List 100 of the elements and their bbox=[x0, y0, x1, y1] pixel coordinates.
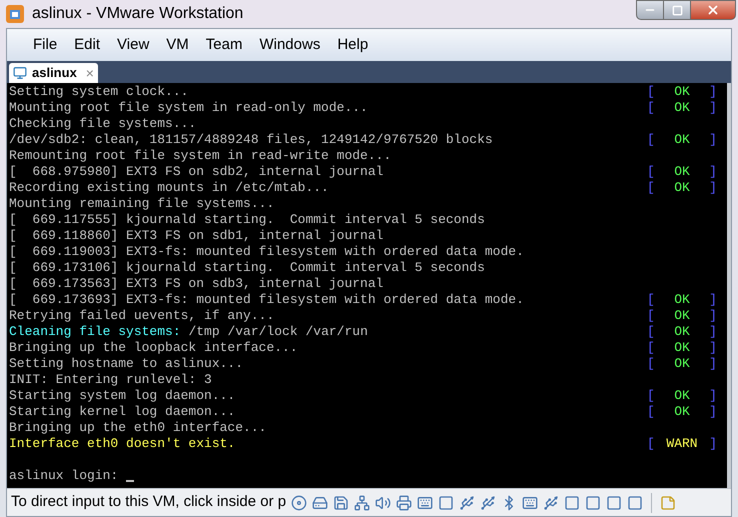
console-text: [ 669.117555] kjournald starting. Commit interval 5 seconds bbox=[9, 212, 485, 228]
console-text: [ 669.119003] EXT3-fs: mounted filesystem with ordered data mode. bbox=[9, 244, 524, 260]
status-bracket: ] bbox=[709, 324, 717, 340]
menu-item[interactable]: VM bbox=[158, 34, 197, 56]
console-text: Checking file systems... bbox=[9, 116, 196, 132]
menu-item[interactable]: File bbox=[25, 34, 66, 56]
speaker-icon[interactable] bbox=[375, 494, 392, 510]
status-label: OK bbox=[674, 404, 690, 420]
status-label: OK bbox=[674, 132, 690, 148]
text-cursor bbox=[126, 480, 134, 482]
console-text: Starting kernel log daemon... bbox=[9, 404, 236, 420]
window-title: aslinux - VMware Workstation bbox=[32, 4, 244, 24]
scrollbar[interactable] bbox=[727, 83, 731, 488]
status-bracket: [ bbox=[647, 180, 655, 196]
status-bracket: [ bbox=[647, 388, 655, 404]
status-label: OK bbox=[674, 180, 690, 196]
status-bracket: ] bbox=[709, 164, 717, 180]
status-label: OK bbox=[674, 292, 690, 308]
close-icon bbox=[706, 3, 720, 17]
menu-item[interactable]: Team bbox=[198, 34, 250, 56]
keyboard-icon[interactable] bbox=[417, 494, 434, 510]
drive-icon[interactable] bbox=[627, 494, 644, 510]
notes-icon[interactable] bbox=[660, 494, 676, 510]
status-bracket: [ bbox=[647, 100, 655, 116]
drive-icon[interactable] bbox=[564, 494, 580, 510]
drive-icon[interactable] bbox=[606, 494, 622, 510]
status-label: OK bbox=[674, 164, 690, 180]
status-bracket: [ bbox=[647, 340, 655, 356]
console-text: Retrying failed uevents, if any... bbox=[9, 308, 274, 324]
minimize-button[interactable] bbox=[636, 0, 664, 20]
console-text: Setting hostname to aslinux... bbox=[9, 356, 244, 372]
status-bracket: [ bbox=[647, 324, 655, 340]
status-bracket: ] bbox=[709, 356, 717, 372]
status-bracket: ] bbox=[709, 132, 717, 148]
usb-icon[interactable] bbox=[459, 494, 476, 510]
menu-item[interactable]: Windows bbox=[251, 34, 328, 56]
console-text: /dev/sdb2: clean, 181157/4889248 files, 1249142/9767520 blocks bbox=[9, 132, 493, 148]
console-text: Interface eth0 doesn't exist. bbox=[9, 436, 236, 452]
keyboard-icon[interactable] bbox=[522, 494, 538, 510]
status-label: OK bbox=[674, 324, 690, 340]
close-button[interactable] bbox=[690, 0, 736, 20]
vm-icon bbox=[13, 66, 27, 80]
status-bracket: [ bbox=[647, 308, 655, 324]
vmware-logo-icon bbox=[6, 5, 24, 23]
status-label: WARN bbox=[666, 436, 698, 452]
status-bracket: ] bbox=[709, 180, 717, 196]
network-icon[interactable] bbox=[354, 494, 370, 510]
status-bracket: [ bbox=[647, 132, 655, 148]
drive-icon[interactable] bbox=[585, 494, 602, 510]
status-bracket: ] bbox=[709, 340, 717, 356]
console-text: [ 669.173563] EXT3 FS on sdb3, internal journal bbox=[9, 276, 384, 292]
console-text: Mounting root file system in read-only mode... bbox=[9, 100, 368, 116]
console-text: /tmp /var/lock /var/run bbox=[187, 324, 368, 340]
status-bracket: ] bbox=[709, 84, 717, 100]
status-bracket: [ bbox=[647, 356, 655, 372]
status-label: OK bbox=[674, 340, 690, 356]
console-text: aslinux login: bbox=[9, 468, 120, 484]
status-label: OK bbox=[674, 84, 690, 100]
status-bracket: ] bbox=[709, 100, 717, 116]
console-text: Setting system clock... bbox=[9, 84, 188, 100]
console-text: INIT: Entering runlevel: 3 bbox=[9, 372, 212, 388]
status-message: To direct input to this VM, click inside or p bbox=[11, 492, 286, 512]
status-bracket: [ bbox=[647, 404, 655, 420]
floppy-icon[interactable] bbox=[333, 494, 350, 510]
console-text: [ 669.118860] EXT3 FS on sdb1, internal journal bbox=[9, 228, 384, 244]
status-bracket: [ bbox=[647, 292, 655, 308]
menu-item[interactable]: Edit bbox=[66, 34, 108, 56]
console-text: Starting system log daemon... bbox=[9, 388, 236, 404]
status-bracket: ] bbox=[709, 404, 717, 420]
menu-item[interactable]: View bbox=[109, 34, 158, 56]
status-bracket: [ bbox=[647, 84, 655, 100]
maximize-button[interactable] bbox=[664, 0, 690, 20]
usb-icon[interactable] bbox=[543, 494, 560, 510]
console-text: [ 669.173693] EXT3-fs: mounted filesystem with ordered data mode. bbox=[9, 292, 524, 308]
console-text: Remounting root file system in read-write mode... bbox=[9, 148, 392, 164]
status-label: OK bbox=[674, 356, 690, 372]
cd-icon[interactable] bbox=[291, 494, 308, 510]
menu-item[interactable]: Help bbox=[329, 34, 376, 56]
status-label: OK bbox=[674, 100, 690, 116]
usb-icon[interactable] bbox=[480, 494, 496, 510]
console-text: Bringing up the loopback interface... bbox=[9, 340, 298, 356]
console-text: Mounting remaining file systems... bbox=[9, 196, 274, 212]
status-bracket: [ bbox=[647, 436, 655, 452]
console-text: Recording existing mounts in /etc/mtab... bbox=[9, 180, 329, 196]
vm-console[interactable] bbox=[7, 83, 727, 488]
maximize-icon bbox=[672, 4, 682, 16]
console-text: [ 668.975980] EXT3 FS on sdb2, internal journal bbox=[9, 164, 384, 180]
status-bracket: ] bbox=[709, 436, 717, 452]
drive-icon[interactable] bbox=[438, 494, 454, 510]
printer-icon[interactable] bbox=[396, 494, 412, 510]
status-bracket: ] bbox=[709, 308, 717, 324]
console-text: Cleaning file systems: bbox=[9, 324, 181, 340]
close-tab-button[interactable]: × bbox=[86, 62, 94, 84]
vm-tab[interactable]: aslinux × bbox=[9, 63, 98, 83]
status-label: OK bbox=[674, 308, 690, 324]
status-label: OK bbox=[674, 388, 690, 404]
status-bracket: ] bbox=[709, 292, 717, 308]
status-bracket: [ bbox=[647, 164, 655, 180]
console-text: [ 669.173106] kjournald starting. Commit interval 5 seconds bbox=[9, 260, 485, 276]
status-bracket: ] bbox=[709, 388, 717, 404]
